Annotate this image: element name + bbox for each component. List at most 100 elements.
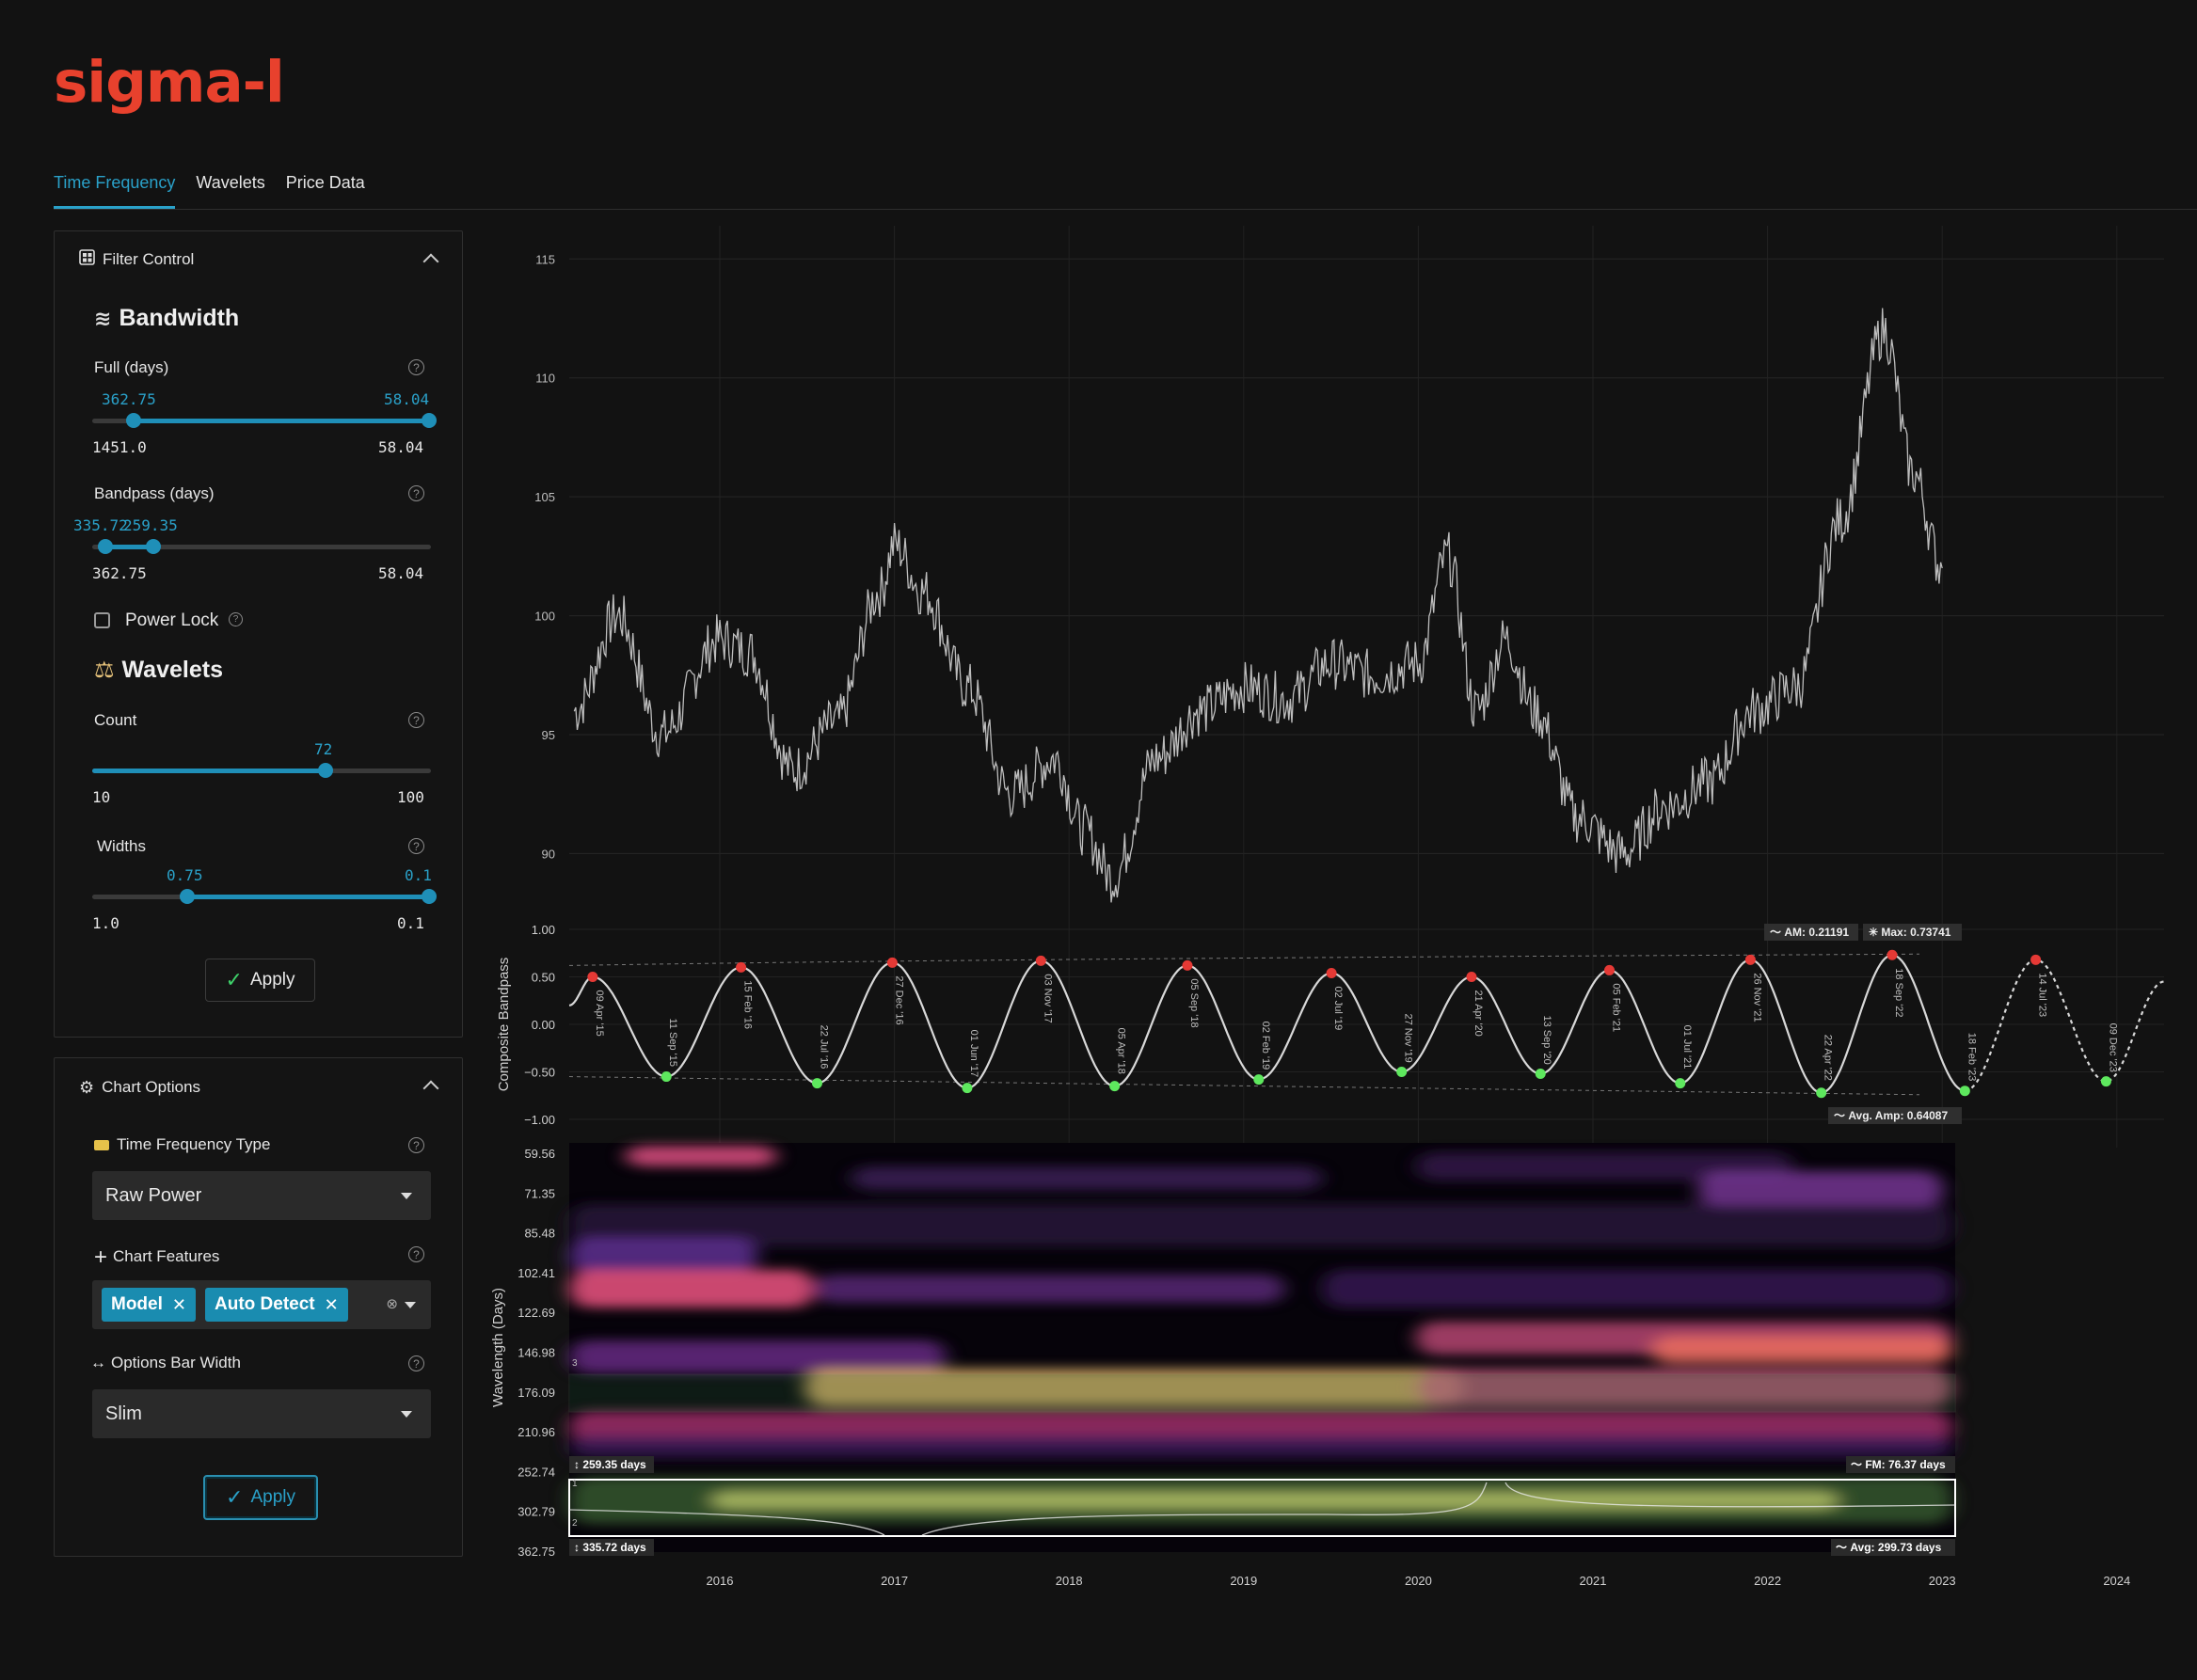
y-tick-label: 1.00 (532, 923, 555, 937)
max-annotation: ✳ Max: 0.73741 (1869, 926, 1951, 939)
help-icon[interactable]: ? (408, 1246, 424, 1262)
peak-marker (886, 957, 898, 968)
y-tick-label: 110 (535, 372, 555, 386)
tab-wavelets[interactable]: Wavelets (196, 167, 264, 209)
trough-date-label: 02 Feb '19 (1260, 1022, 1271, 1070)
wavelength-tick-label: 146.98 (517, 1346, 555, 1360)
bandpass-slider-low-handle[interactable] (98, 539, 113, 554)
price-chart: 90 95 100 105 110 115 (534, 226, 2164, 1148)
wavelets-title: Wavelets (121, 657, 223, 683)
bandpass-low-value: 335.72 (73, 516, 128, 534)
peak-marker (1466, 972, 1477, 982)
widths-slider-high-handle[interactable] (422, 889, 437, 904)
y-tick-label: 90 (542, 847, 555, 861)
chart-options-title: Chart Options (102, 1078, 201, 1096)
bandpass-min: 362.75 (92, 564, 147, 582)
band-high-annotation: ↕ 259.35 days (574, 1458, 646, 1471)
help-icon[interactable]: ? (408, 1137, 424, 1153)
trough-date-label: 01 Jun '17 (968, 1030, 979, 1077)
scales-icon: ⚖ (94, 658, 115, 683)
tab-time-frequency[interactable]: Time Frequency (54, 167, 176, 209)
x-tick-label: 2016 (707, 1574, 734, 1588)
bandpass-slider-high-handle[interactable] (146, 539, 161, 554)
bandpass-model-line (1965, 959, 2165, 1092)
chart-options-apply-button[interactable]: ✓ Apply (203, 1475, 318, 1520)
avg-amp-annotation: 〜 Avg. Amp: 0.64087 (1834, 1109, 1948, 1122)
remove-icon[interactable]: ✕ (172, 1295, 186, 1315)
widths-min: 1.0 (92, 914, 119, 932)
band-marker: 2 (572, 1518, 578, 1529)
bandpass-days-label: Bandpass (days) (94, 484, 215, 502)
chevron-up-icon[interactable] (422, 1080, 439, 1097)
am-annotation: 〜 AM: 0.21191 (1770, 926, 1849, 939)
remove-icon[interactable]: ✕ (325, 1295, 339, 1315)
wavelength-tick-label: 85.48 (524, 1227, 555, 1241)
full-slider-low-handle[interactable] (126, 413, 141, 428)
help-icon[interactable]: ? (408, 359, 424, 375)
trough-marker (1959, 1086, 1970, 1097)
heatmap-band (1651, 1336, 1952, 1364)
grid-icon (79, 249, 95, 270)
bar-width-label: ↔ Options Bar Width (90, 1354, 241, 1372)
bandpass-max: 58.04 (378, 564, 424, 582)
trough-marker (1396, 1067, 1408, 1077)
help-icon[interactable]: ? (408, 712, 424, 728)
trough-date-label: 22 Apr '22 (1823, 1035, 1834, 1081)
heatmap-band (1698, 1171, 1943, 1209)
tab-price-data[interactable]: Price Data (286, 167, 365, 209)
chip-model[interactable]: Model ✕ (102, 1288, 196, 1322)
chart-options-header[interactable]: ⚙ Chart Options (55, 1058, 462, 1117)
chip-auto-detect-label: Auto Detect (215, 1294, 315, 1314)
count-slider-handle[interactable] (318, 763, 333, 778)
heatmap-band (569, 1340, 946, 1373)
time-frequency-chart[interactable]: 90 95 100 105 110 115 1.00 0.50 0.00 −0.50 −1.00 C… (480, 226, 2197, 1618)
waves-icon: ≋ (94, 307, 112, 330)
x-tick-label: 2023 (1929, 1574, 1956, 1588)
band-marker: 3 (572, 1358, 578, 1369)
check-icon: ✓ (225, 968, 243, 991)
trough-date-label: 22 Jul '16 (818, 1025, 829, 1070)
peak-marker (1182, 959, 1193, 971)
bar-width-value: Slim (105, 1403, 142, 1424)
tf-type-select[interactable]: Raw Power (92, 1171, 431, 1220)
trough-date-label: 05 Apr '18 (1116, 1028, 1127, 1074)
widths-slider-low-handle[interactable] (180, 889, 195, 904)
clear-all-icon[interactable]: ⊗ (386, 1295, 398, 1312)
power-lock-checkbox[interactable] (94, 612, 110, 628)
full-slider-high-handle[interactable] (422, 413, 437, 428)
chart-area: 90 95 100 105 110 115 1.00 0.50 0.00 −0.50 −1.00 C… (480, 226, 2197, 1618)
help-icon[interactable]: ? (408, 485, 424, 501)
trough-date-label: 09 Dec '23 (2107, 1023, 2118, 1072)
caret-down-icon (405, 1302, 416, 1308)
filter-control-header[interactable]: Filter Control (55, 231, 462, 288)
heatmap-band (814, 1275, 1284, 1303)
full-min: 1451.0 (92, 438, 147, 456)
wavelength-tick-label: 122.69 (517, 1306, 555, 1320)
x-tick-label: 2024 (2103, 1574, 2130, 1588)
help-icon[interactable]: ? (229, 612, 243, 626)
chip-auto-detect[interactable]: Auto Detect ✕ (205, 1288, 348, 1322)
wavelength-tick-label: 176.09 (517, 1386, 555, 1400)
count-min: 10 (92, 788, 111, 806)
y-tick-label: 105 (534, 490, 555, 504)
help-icon[interactable]: ? (408, 838, 424, 854)
bar-width-select[interactable]: Slim (92, 1389, 431, 1438)
x-tick-label: 2020 (1405, 1574, 1432, 1588)
y-tick-label: 115 (535, 252, 555, 266)
peak-date-label: 14 Jul '23 (2037, 973, 2048, 1017)
help-icon[interactable]: ? (408, 1355, 424, 1371)
peak-date-label: 02 Jul '19 (1332, 986, 1344, 1030)
heatmap-band (569, 1270, 814, 1308)
chart-options-panel: ⚙ Chart Options Time Frequency Type ? Ra… (54, 1057, 463, 1557)
trough-date-label: 01 Jul '21 (1681, 1025, 1693, 1070)
chevron-up-icon[interactable] (422, 253, 439, 270)
y-axis-label: Wavelength (Days) (490, 1288, 506, 1407)
selected-band-overlay (568, 1373, 1956, 1413)
filter-apply-button[interactable]: ✓ Apply (205, 959, 315, 1002)
tf-type-value: Raw Power (105, 1184, 202, 1206)
widths-label: Widths (97, 837, 146, 855)
x-tick-label: 2022 (1754, 1574, 1781, 1588)
full-high-value: 58.04 (384, 390, 430, 408)
widths-max: 0.1 (397, 914, 424, 932)
peak-marker (1744, 954, 1756, 965)
